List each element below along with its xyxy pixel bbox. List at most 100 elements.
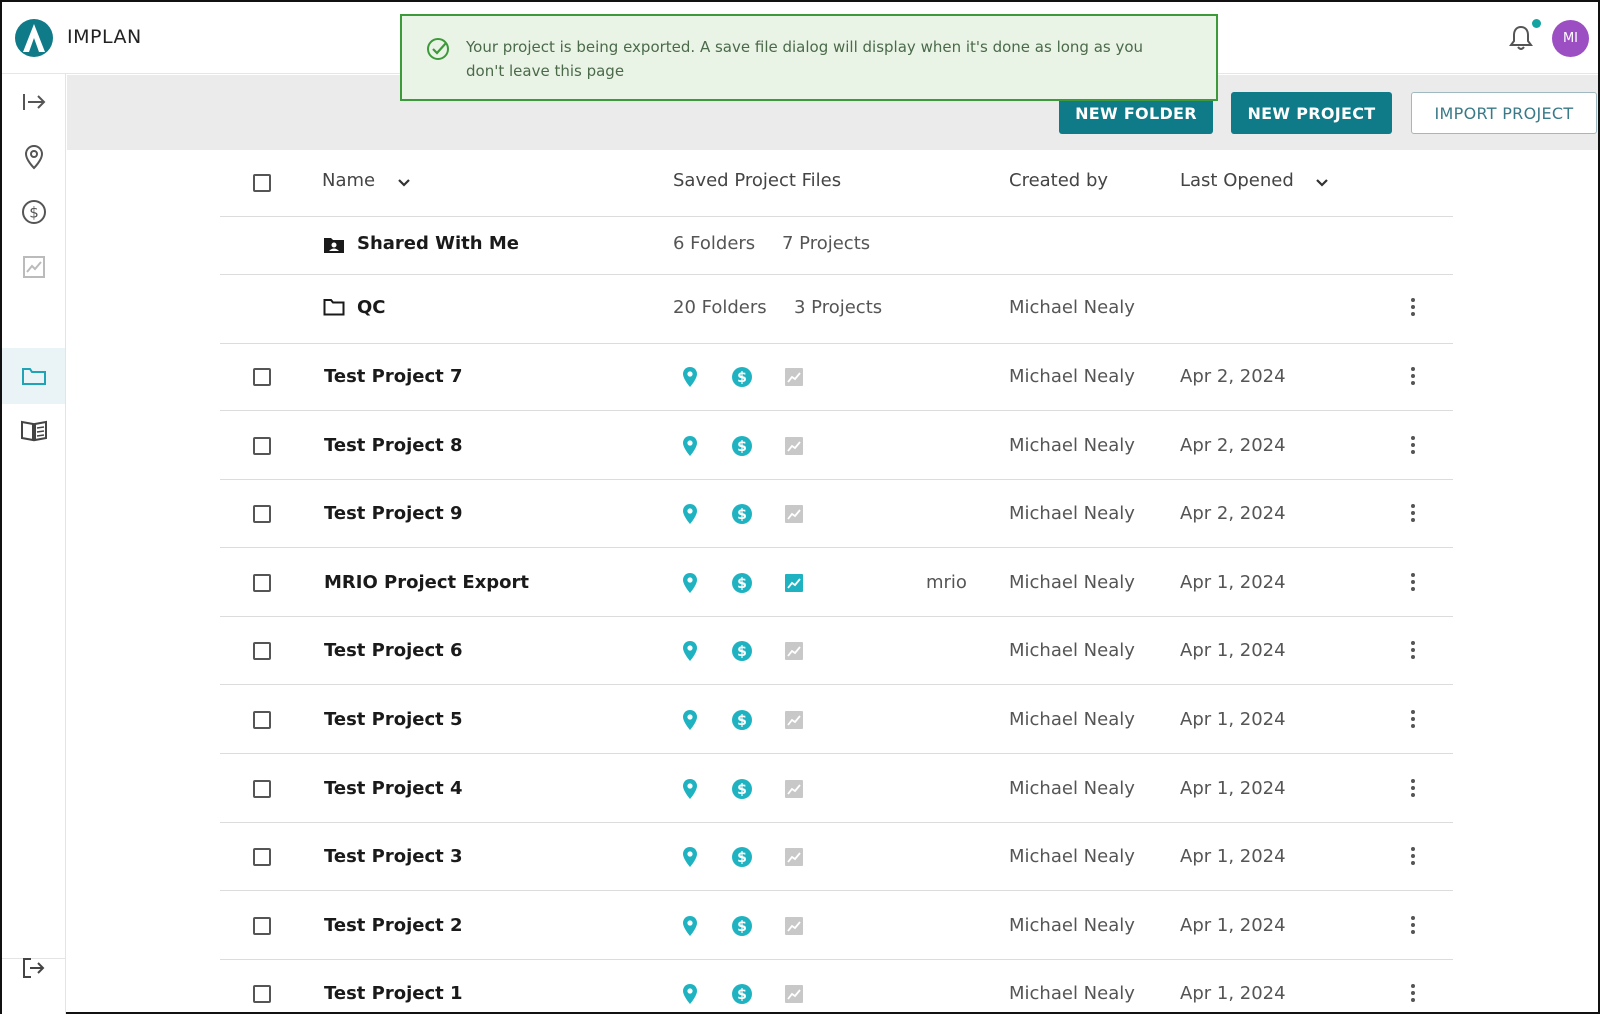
chart-icon[interactable] xyxy=(783,778,805,800)
row-checkbox[interactable] xyxy=(253,437,271,455)
avatar[interactable]: MI xyxy=(1552,20,1589,57)
project-name[interactable]: Test Project 1 xyxy=(324,983,463,1004)
project-name[interactable]: Test Project 2 xyxy=(324,915,463,936)
folder-row-shared[interactable]: Shared With Me 6 Folders 7 Projects xyxy=(220,217,1453,275)
chart-icon[interactable] xyxy=(783,709,805,731)
table-row[interactable]: Test Project 7 $ Michael Nealy Apr 2, 2024 xyxy=(220,344,1453,411)
table-row[interactable]: Test Project 3 $ Michael Nealy Apr 1, 2024 xyxy=(220,824,1453,891)
project-name[interactable]: Test Project 6 xyxy=(324,640,463,661)
dollar-circle-icon[interactable]: $ xyxy=(731,640,753,662)
table-row[interactable]: Test Project 2 $ Michael Nealy Apr 1, 2024 xyxy=(220,893,1453,960)
project-tag: mrio xyxy=(926,572,967,593)
implan-logo-icon[interactable] xyxy=(14,18,54,58)
folder-count: 6 Folders xyxy=(673,233,756,254)
logout-button[interactable] xyxy=(2,940,65,996)
location-pin-icon[interactable] xyxy=(679,640,701,662)
row-menu-icon[interactable] xyxy=(1408,504,1418,526)
location-pin-icon[interactable] xyxy=(679,435,701,457)
project-name[interactable]: Test Project 4 xyxy=(324,778,463,799)
dollar-circle-icon[interactable]: $ xyxy=(731,915,753,937)
chart-icon[interactable] xyxy=(783,915,805,937)
row-menu-icon[interactable] xyxy=(1408,710,1418,732)
dollar-circle-icon[interactable]: $ xyxy=(731,503,753,525)
dollar-circle-icon[interactable]: $ xyxy=(731,709,753,731)
row-menu-icon[interactable] xyxy=(1408,367,1418,389)
chart-icon[interactable] xyxy=(783,366,805,388)
project-name[interactable]: Test Project 5 xyxy=(324,709,463,730)
folder-name[interactable]: QC xyxy=(357,297,386,318)
folder-name[interactable]: Shared With Me xyxy=(357,233,519,254)
table-row[interactable]: Test Project 4 $ Michael Nealy Apr 1, 2024 xyxy=(220,756,1453,823)
chevron-down-icon[interactable] xyxy=(1314,176,1330,190)
dollar-circle-icon[interactable]: $ xyxy=(731,846,753,868)
row-checkbox[interactable] xyxy=(253,711,271,729)
chart-icon[interactable] xyxy=(783,572,805,594)
dollar-circle-icon[interactable]: $ xyxy=(731,366,753,388)
row-menu-icon[interactable] xyxy=(1408,984,1418,1006)
project-name[interactable]: MRIO Project Export xyxy=(324,572,529,593)
dollar-circle-icon[interactable]: $ xyxy=(731,572,753,594)
chart-icon[interactable] xyxy=(783,983,805,1005)
row-checkbox[interactable] xyxy=(253,848,271,866)
location-pin-icon[interactable] xyxy=(679,915,701,937)
dollar-circle-icon[interactable]: $ xyxy=(731,983,753,1005)
header-last-opened[interactable]: Last Opened xyxy=(1180,170,1294,191)
row-checkbox[interactable] xyxy=(253,917,271,935)
sidebar-item-results[interactable] xyxy=(2,239,65,295)
header-name[interactable]: Name xyxy=(322,170,375,191)
table-row[interactable]: Test Project 5 $ Michael Nealy Apr 1, 2024 xyxy=(220,687,1453,754)
row-checkbox[interactable] xyxy=(253,368,271,386)
table-row[interactable]: Test Project 1 $ Michael Nealy Apr 1, 2024 xyxy=(220,961,1453,1014)
folder-row-qc[interactable]: QC 20 Folders 3 Projects Michael Nealy xyxy=(220,275,1453,344)
dollar-circle-icon[interactable]: $ xyxy=(731,778,753,800)
new-project-button[interactable]: NEW PROJECT xyxy=(1231,92,1392,134)
project-name[interactable]: Test Project 8 xyxy=(324,435,463,456)
created-by: Michael Nealy xyxy=(1009,709,1135,730)
row-checkbox[interactable] xyxy=(253,780,271,798)
dollar-circle-icon[interactable]: $ xyxy=(731,435,753,457)
sidebar-item-impacts[interactable]: $ xyxy=(2,184,65,240)
location-pin-icon[interactable] xyxy=(679,778,701,800)
location-pin-icon[interactable] xyxy=(679,983,701,1005)
chart-icon[interactable] xyxy=(783,435,805,457)
sidebar-item-projects[interactable] xyxy=(2,348,65,404)
chart-icon[interactable] xyxy=(783,503,805,525)
book-icon xyxy=(20,420,47,442)
project-name[interactable]: Test Project 3 xyxy=(324,846,463,867)
table-row[interactable]: Test Project 6 $ Michael Nealy Apr 1, 2024 xyxy=(220,618,1453,685)
location-pin-icon[interactable] xyxy=(679,709,701,731)
select-all-checkbox[interactable] xyxy=(253,174,271,192)
row-menu-icon[interactable] xyxy=(1408,641,1418,663)
row-menu-icon[interactable] xyxy=(1408,847,1418,869)
project-name[interactable]: Test Project 9 xyxy=(324,503,463,524)
project-name[interactable]: Test Project 7 xyxy=(324,366,463,387)
import-project-button[interactable]: IMPORT PROJECT xyxy=(1411,92,1597,134)
row-menu-icon[interactable] xyxy=(1408,779,1418,801)
row-checkbox[interactable] xyxy=(253,574,271,592)
table-header: Name Saved Project Files Created by Last… xyxy=(220,150,1453,217)
location-pin-icon[interactable] xyxy=(679,503,701,525)
sidebar-expand-button[interactable] xyxy=(2,74,65,130)
row-menu-icon[interactable] xyxy=(1408,573,1418,595)
row-menu-icon[interactable] xyxy=(1408,436,1418,458)
table-row[interactable]: Test Project 8 $ Michael Nealy Apr 2, 2024 xyxy=(220,413,1453,480)
chart-icon[interactable] xyxy=(783,846,805,868)
table-row[interactable]: Test Project 9 $ Michael Nealy Apr 2, 2024 xyxy=(220,481,1453,548)
row-checkbox[interactable] xyxy=(253,642,271,660)
shared-folder-icon xyxy=(324,238,344,253)
location-pin-icon[interactable] xyxy=(679,366,701,388)
chevron-down-icon[interactable] xyxy=(396,176,412,190)
chart-icon[interactable] xyxy=(783,640,805,662)
notification-bell-icon[interactable] xyxy=(1508,24,1534,52)
sidebar-item-docs[interactable] xyxy=(2,403,65,459)
last-opened: Apr 1, 2024 xyxy=(1180,709,1286,730)
row-menu-icon[interactable] xyxy=(1408,298,1418,320)
row-menu-icon[interactable] xyxy=(1408,916,1418,938)
location-pin-icon[interactable] xyxy=(679,846,701,868)
location-pin-icon[interactable] xyxy=(679,572,701,594)
row-checkbox[interactable] xyxy=(253,985,271,1003)
table-row[interactable]: MRIO Project Export $ mrio Michael Nealy Apr… xyxy=(220,550,1453,617)
row-checkbox[interactable] xyxy=(253,505,271,523)
sidebar-item-regions[interactable] xyxy=(2,129,65,185)
folder-count: 20 Folders xyxy=(673,297,767,318)
